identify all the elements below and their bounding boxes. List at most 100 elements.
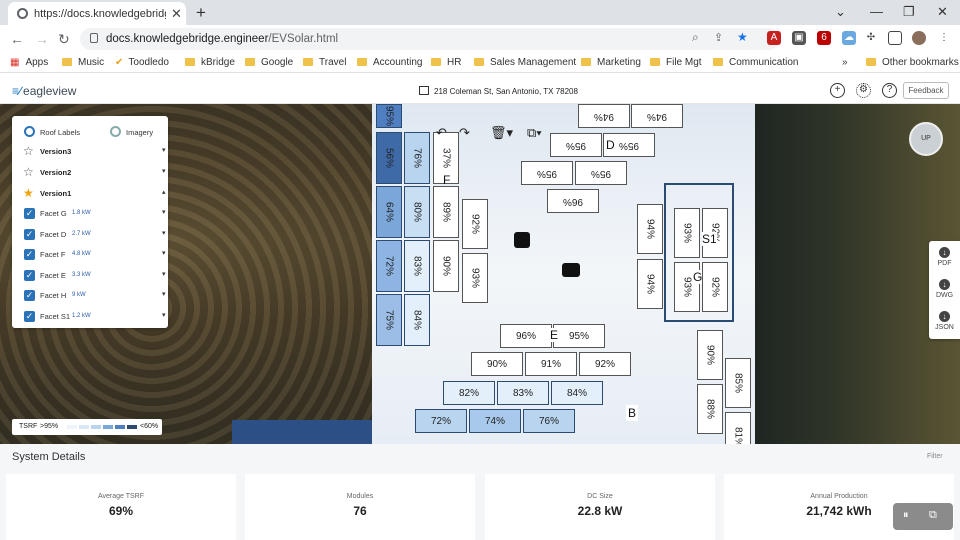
bookmark-music[interactable]: Music: [62, 57, 104, 68]
checkbox-checked[interactable]: ✓: [24, 208, 35, 219]
forward-icon[interactable]: →: [35, 31, 49, 47]
panel[interactable]: 90%: [433, 240, 459, 292]
minimize-icon[interactable]: —: [870, 4, 883, 19]
panel[interactable]: 90%: [697, 330, 723, 380]
bookmark-travel[interactable]: Travel: [303, 57, 346, 68]
panel[interactable]: 74%: [469, 409, 521, 433]
reload-icon[interactable]: ↻: [58, 31, 70, 48]
panel[interactable]: 84%: [404, 294, 430, 346]
panel[interactable]: 94%: [637, 259, 663, 309]
trash-icon[interactable]: 🗑▾: [490, 125, 513, 141]
chevron-down-icon[interactable]: ⌄: [835, 4, 846, 20]
cloud-extension-icon[interactable]: ☁: [842, 31, 856, 45]
bookmark-accounting[interactable]: Accounting: [357, 57, 422, 68]
redo-icon[interactable]: ↷: [459, 125, 470, 141]
chevron-down-icon[interactable]: ▾: [162, 167, 166, 175]
checkbox-checked[interactable]: ✓: [24, 311, 35, 322]
panel[interactable]: 93%: [462, 253, 488, 303]
panel[interactable]: 82%: [443, 381, 495, 405]
bookmark-communication[interactable]: Communication: [713, 57, 798, 68]
checkbox-checked[interactable]: ✓: [24, 249, 35, 260]
export-json-button[interactable]: ↓ JSON: [929, 311, 960, 331]
eagleview-logo[interactable]: ≡∕ eagleview: [12, 84, 76, 98]
chevron-down-icon[interactable]: ▾: [162, 146, 166, 154]
puzzle-icon[interactable]: ✣: [864, 31, 878, 45]
panel[interactable]: 96%: [547, 189, 599, 213]
version-row[interactable]: ☆ Version2 ▾: [12, 164, 168, 182]
chevron-down-icon[interactable]: ▾: [162, 270, 166, 278]
back-icon[interactable]: ←: [10, 31, 24, 47]
bookmark-marketing[interactable]: Marketing: [581, 57, 641, 68]
url-field[interactable]: docs.knowledgebridge.engineer/EVSolar.ht…: [80, 28, 780, 50]
panel[interactable]: 92%: [702, 262, 728, 312]
chevron-down-icon[interactable]: ▾: [162, 311, 166, 319]
facet-row[interactable]: ✓ Facet E 3.3 kW ▾: [12, 267, 168, 285]
panel[interactable]: 96%: [500, 324, 552, 348]
extension-icon[interactable]: ▣: [792, 31, 806, 45]
star-icon[interactable]: ☆: [23, 165, 34, 179]
panel[interactable]: 83%: [404, 240, 430, 292]
close-tab-icon[interactable]: ✕: [171, 6, 182, 22]
chevron-down-icon[interactable]: ▾: [162, 249, 166, 257]
chevron-down-icon[interactable]: ▾: [162, 229, 166, 237]
panel[interactable]: 84%: [551, 381, 603, 405]
export-pdf-button[interactable]: ↓ PDF: [929, 247, 960, 267]
facet-row[interactable]: ✓ Facet S1 1.2 kW ▾: [12, 308, 168, 326]
new-tab-icon[interactable]: +: [196, 3, 206, 23]
copy-icon[interactable]: ⧉▾: [527, 125, 542, 141]
panel[interactable]: 94%: [578, 104, 630, 128]
panel[interactable]: 94%: [631, 104, 683, 128]
panel[interactable]: 92%: [579, 352, 631, 376]
panel[interactable]: 95%: [553, 324, 605, 348]
version-row[interactable]: ★ Version1 ▴: [12, 185, 168, 203]
compass-up-button[interactable]: UP: [909, 122, 943, 156]
bookmark-google[interactable]: Google: [245, 57, 293, 68]
panel[interactable]: 88%: [697, 384, 723, 434]
bookmark-other[interactable]: Other bookmarks: [866, 57, 959, 68]
star-filled-icon[interactable]: ★: [23, 186, 34, 200]
panel[interactable]: 89%: [433, 186, 459, 238]
avatar[interactable]: [912, 31, 926, 45]
imagery-radio[interactable]: [110, 126, 121, 137]
checkbox-checked[interactable]: ✓: [24, 229, 35, 240]
chevron-down-icon[interactable]: ▾: [162, 208, 166, 216]
panel[interactable]: 95%: [575, 161, 627, 185]
close-window-icon[interactable]: ✕: [937, 4, 948, 20]
chevron-up-icon[interactable]: ▴: [162, 188, 166, 196]
panel[interactable]: 83%: [497, 381, 549, 405]
browser-tab[interactable]: https://docs.knowledgebridge.en ✕: [8, 2, 186, 25]
filter-button[interactable]: Filter: [927, 453, 943, 460]
feedback-button[interactable]: Feedback: [903, 82, 949, 99]
bookmark-toodledo[interactable]: ✔ Toodledo: [115, 57, 169, 68]
more-bookmarks-icon[interactable]: »: [842, 57, 848, 68]
panel[interactable]: 95%: [550, 133, 602, 157]
panel[interactable]: 85%: [725, 358, 751, 408]
restore-icon[interactable]: ❐: [903, 4, 915, 20]
sidebar-icon[interactable]: [888, 31, 902, 45]
bookmark-star-icon[interactable]: ★: [737, 30, 748, 44]
panel[interactable]: 92%: [462, 199, 488, 249]
facet-row[interactable]: ✓ Facet H 9 kW ▾: [12, 287, 168, 305]
pdf-extension-icon[interactable]: A: [767, 31, 781, 45]
panel[interactable]: 72%: [376, 240, 402, 292]
panel[interactable]: 95%: [521, 161, 573, 185]
panel[interactable]: 76%: [523, 409, 575, 433]
panel[interactable]: 95%: [376, 104, 402, 128]
facet-row[interactable]: ✓ Facet D 2.7 kW ▾: [12, 226, 168, 244]
facet-row[interactable]: ✓ Facet F 4.8 kW ▾: [12, 246, 168, 264]
bookmark-sales-management[interactable]: Sales Management: [474, 57, 576, 68]
pip-icon[interactable]: ⧉: [929, 509, 937, 522]
menu-dots-icon[interactable]: ⋮: [937, 31, 951, 45]
panel[interactable]: 93%: [674, 208, 700, 258]
panel[interactable]: 81%: [725, 412, 751, 444]
panel[interactable]: 80%: [404, 186, 430, 238]
gear-icon[interactable]: ⚙: [856, 83, 871, 98]
star-icon[interactable]: ☆: [23, 144, 34, 158]
help-icon[interactable]: ?: [882, 83, 897, 98]
checkbox-checked[interactable]: ✓: [24, 270, 35, 281]
panel[interactable]: 90%: [471, 352, 523, 376]
bookmark-kbridge[interactable]: kBridge: [185, 57, 235, 68]
undo-icon[interactable]: ↶: [436, 125, 447, 141]
share-icon[interactable]: ⇪: [714, 31, 723, 44]
facet-row[interactable]: ✓ Facet G 1.8 kW ▾: [12, 205, 168, 223]
